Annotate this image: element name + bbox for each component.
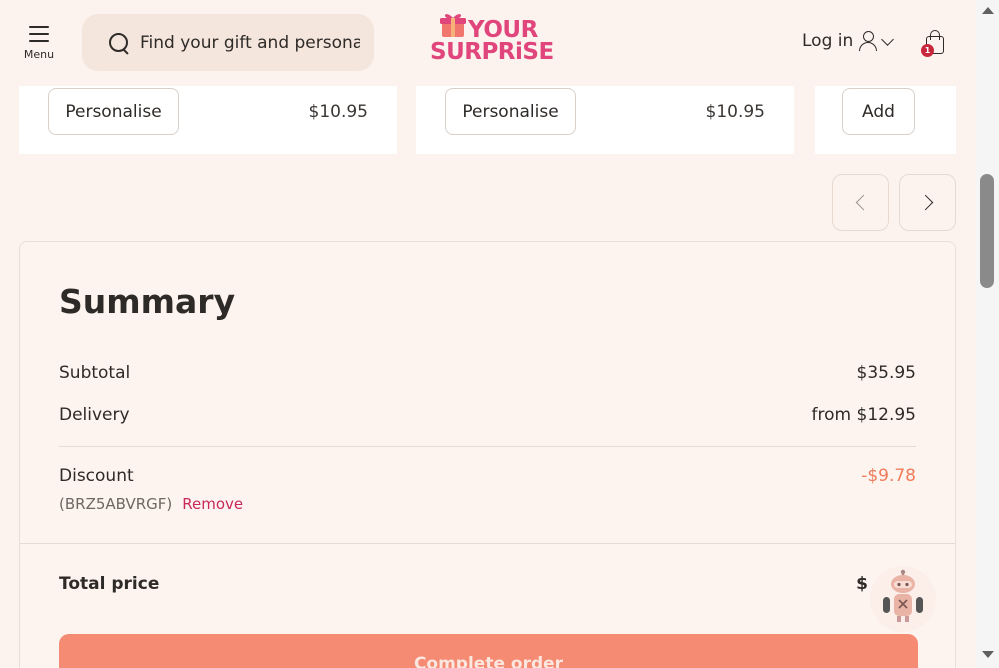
personalise-button[interactable]: Personalise xyxy=(48,88,179,135)
login-button[interactable]: Log in xyxy=(802,30,895,52)
user-icon xyxy=(859,30,878,52)
chatbot-button[interactable] xyxy=(870,566,936,632)
subtotal-row: Subtotal $35.95 xyxy=(59,363,916,383)
scroll-up-arrow-icon[interactable] xyxy=(982,7,994,14)
discount-label: Discount xyxy=(59,466,134,486)
scroll-down-arrow-icon[interactable] xyxy=(982,651,994,658)
product-card: Personalise $10.95 xyxy=(416,86,794,154)
carousel-prev-button[interactable] xyxy=(832,174,889,231)
scrollbar[interactable] xyxy=(976,0,999,668)
menu-label: Menu xyxy=(23,48,55,61)
discount-value: -$9.78 xyxy=(861,466,916,486)
login-label: Log in xyxy=(802,31,854,51)
site-header: Menu YOUR SURPRiSE Log in 1 xyxy=(0,0,976,86)
menu-button[interactable]: Menu xyxy=(18,22,60,66)
search-bar[interactable] xyxy=(82,14,374,71)
cart-count-badge: 1 xyxy=(921,44,934,57)
chevron-right-icon xyxy=(917,194,934,211)
carousel-next-button[interactable] xyxy=(899,174,956,231)
subtotal-label: Subtotal xyxy=(59,363,131,383)
total-row: Total price $ xyxy=(59,574,916,594)
chevron-left-icon xyxy=(855,194,872,211)
summary-title: Summary xyxy=(59,282,236,321)
subtotal-value: $35.95 xyxy=(856,363,916,383)
product-card: Add xyxy=(815,86,956,154)
search-input[interactable] xyxy=(140,32,360,53)
discount-code: (BRZ5ABVRGF) xyxy=(59,495,173,513)
search-icon xyxy=(108,32,130,54)
discount-code-line: (BRZ5ABVRGF) Remove xyxy=(59,495,243,513)
logo[interactable]: YOUR SURPRiSE xyxy=(430,12,554,66)
cart-button[interactable]: 1 xyxy=(921,30,948,58)
divider xyxy=(59,446,916,447)
delivery-label: Delivery xyxy=(59,405,130,425)
add-button[interactable]: Add xyxy=(842,88,915,135)
total-label: Total price xyxy=(59,574,160,594)
delivery-value: from $12.95 xyxy=(811,405,916,425)
remove-discount-link[interactable]: Remove xyxy=(182,495,243,513)
product-card: Personalise $10.95 xyxy=(19,86,397,154)
scrollbar-thumb[interactable] xyxy=(980,174,994,288)
chevron-down-icon xyxy=(881,32,895,46)
product-price: $10.95 xyxy=(308,102,368,122)
complete-order-button[interactable]: Complete order xyxy=(59,634,918,668)
chatbot-robot-icon xyxy=(883,569,923,622)
menu-icon xyxy=(29,26,49,42)
product-price: $10.95 xyxy=(705,102,765,122)
discount-row: Discount -$9.78 xyxy=(59,466,916,486)
logo-text-surprise: SURPRiSE xyxy=(430,39,554,65)
personalise-button[interactable]: Personalise xyxy=(445,88,576,135)
total-value: $ xyxy=(856,574,868,594)
delivery-row: Delivery from $12.95 xyxy=(59,405,916,425)
divider xyxy=(20,543,955,544)
order-summary: Summary Subtotal $35.95 Delivery from $1… xyxy=(19,241,956,668)
